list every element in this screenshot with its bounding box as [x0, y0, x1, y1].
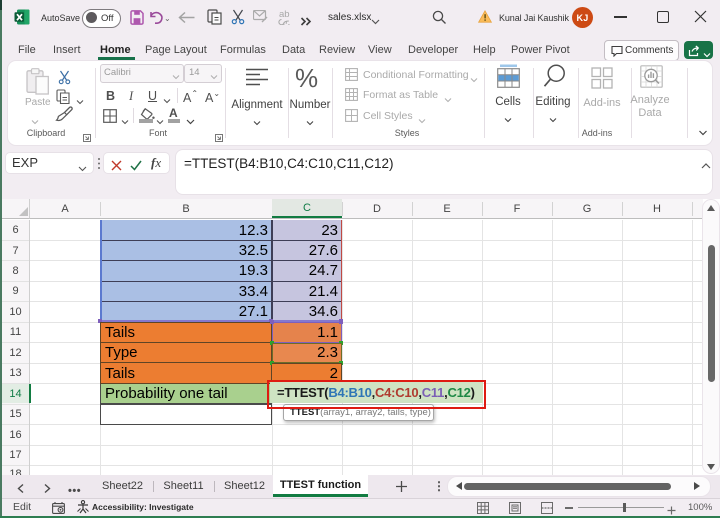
svg-text:ab: ab [279, 9, 290, 20]
